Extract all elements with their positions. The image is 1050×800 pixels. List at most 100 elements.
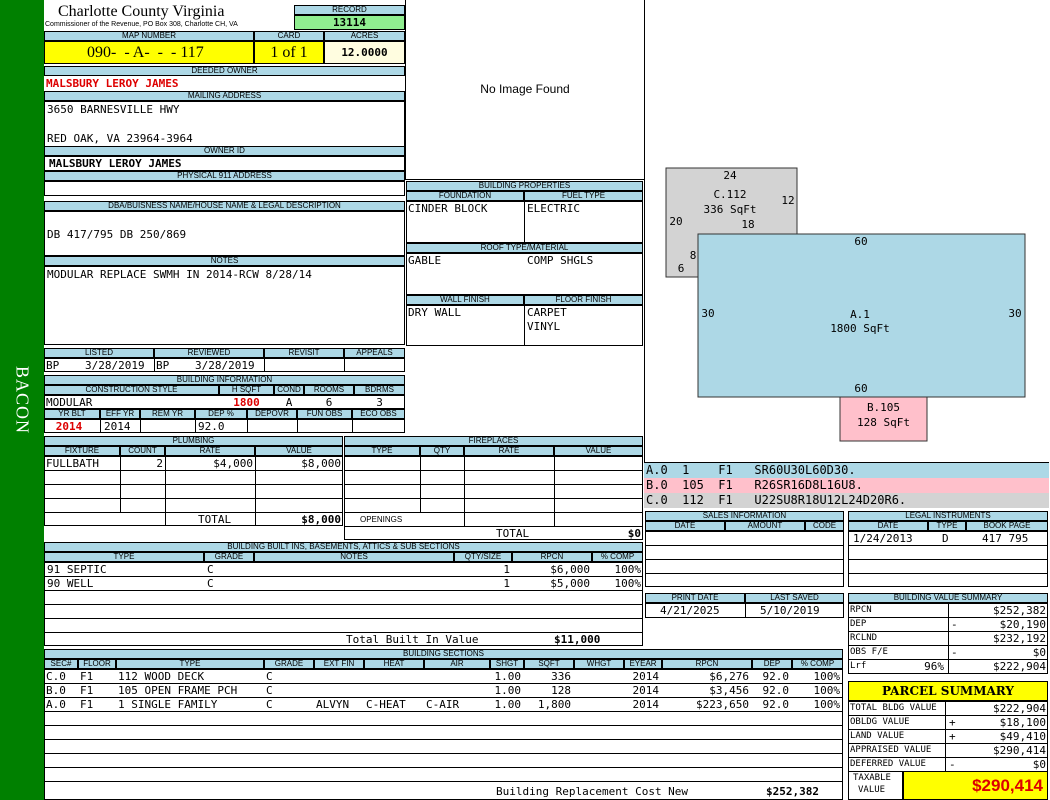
yrblt-label: YR BLT — [44, 409, 100, 419]
sales-date-header: DATE — [645, 521, 725, 531]
builtin-row-qty: 1 — [503, 577, 510, 590]
plumbing-value: $8,000 — [301, 457, 341, 470]
value-summary-sign: 96% — [924, 660, 944, 673]
plumbing-count: 2 — [156, 457, 163, 470]
parcel-summary-label-cell: OBLDG VALUE — [850, 717, 910, 727]
legal-book: 417 795 — [982, 532, 1029, 545]
a-dim-bottom: 60 — [854, 382, 868, 395]
hsqft-label: H SQFT — [219, 385, 274, 395]
parcel-summary-value: $222,904 — [993, 702, 1046, 715]
physical-address-box — [44, 181, 405, 196]
print-date: 4/21/2025 — [660, 604, 720, 617]
last-saved-date: 5/10/2019 — [760, 604, 820, 617]
builtins-type-header: TYPE — [44, 552, 204, 562]
section-cell-dep: 92.0 — [762, 684, 790, 697]
builtins-total-label: Total Built In Value — [346, 633, 479, 646]
floor-finish-value-2: VINYL — [527, 320, 561, 333]
legal-type: D — [942, 532, 949, 545]
fireplaces-label: FIREPLACES — [344, 436, 643, 446]
section-header-cell: GRADE — [264, 659, 314, 669]
dba-label: DBA/BUISNESS NAME/HOUSE NAME & LEGAL DES… — [44, 201, 405, 211]
card-number: 1 of 1 — [254, 41, 324, 64]
builtins-label: BUILDING BUILT INS, BASEMENTS, ATTICS & … — [44, 542, 643, 552]
roof-value-2: COMP SHGLS — [527, 254, 594, 267]
value-summary-label-cell: RCLND — [850, 633, 878, 643]
section-cell-type: 1 SINGLE FAMILY — [118, 698, 218, 711]
value-summary-label-cell: Lrf — [850, 661, 867, 671]
map-number: 090- - A- - - 117 — [44, 41, 254, 64]
section-cell-dep: 92.0 — [762, 670, 790, 683]
parcel-summary-value: $290,414 — [993, 744, 1046, 757]
parcel-summary-label-cell: DEFERRED VALUE — [850, 759, 926, 769]
bdrms-label: BDRMS — [354, 385, 405, 395]
c-dim-right: 12 — [781, 194, 795, 207]
section-cell-shgt: 1.00 — [494, 684, 522, 697]
dep-label: DEP % — [195, 409, 247, 419]
fp-type-header: TYPE — [344, 446, 420, 456]
funobs-label: FUN OBS — [297, 409, 352, 419]
deeded-owner-label: DEEDED OWNER — [44, 66, 405, 76]
physical-address-label: PHYSICAL 911 ADDRESS — [44, 171, 405, 181]
value-summary-value: $20,190 — [999, 618, 1046, 631]
owner-id: MALSBURY LEROY JAMES — [44, 156, 405, 171]
record-number: 13114 — [294, 15, 405, 30]
side-label: BACON — [12, 365, 33, 434]
plumbing-label: PLUMBING — [44, 436, 343, 446]
legal-date: 1/24/2013 — [853, 532, 913, 545]
builtins-total: $11,000 — [554, 633, 601, 646]
value-summary-value: $0 — [1032, 646, 1046, 659]
cond-value: A — [285, 396, 293, 409]
listed-label: LISTED — [44, 348, 154, 358]
wall-finish-value: DRY WALL — [408, 306, 461, 319]
section-cell-sqft: 336 — [551, 670, 571, 683]
builtins-grade-header: GRADE — [204, 552, 254, 562]
reviewed-by: BP — [156, 359, 170, 372]
value-summary-label-cell: RPCN — [850, 605, 872, 615]
section-cell-type: 105 OPEN FRAME PCH — [118, 684, 238, 697]
builtin-row-grade: C — [207, 563, 214, 576]
section-cell-heat: C-HEAT — [366, 698, 406, 711]
builtin-row-rpcn: $6,000 — [550, 563, 590, 576]
section-header-cell: RPCN — [662, 659, 752, 669]
taxable-label-2: VALUE — [858, 785, 886, 795]
c-label: C.112 — [713, 188, 747, 201]
builtins-comp-header: % COMP — [592, 552, 643, 562]
roof-label: ROOF TYPE/MATERIAL — [406, 243, 643, 253]
section-cell-comp: 100% — [813, 698, 841, 711]
builtin-row-grade: C — [207, 577, 214, 590]
plumbing-rate: $4,000 — [213, 457, 253, 470]
section-header-cell: EYEAR — [624, 659, 662, 669]
sales-info-label: SALES INFORMATION — [645, 511, 844, 521]
fireplaces-total: $0 — [627, 527, 641, 540]
builtins-qty-header: QTY/SIZE — [454, 552, 512, 562]
section-cell-type: 112 WOOD DECK — [118, 670, 205, 683]
section-cell-eyear: 2014 — [632, 698, 660, 711]
construction-style: MODULAR — [46, 396, 93, 409]
c-dim-top: 24 — [723, 169, 737, 182]
no-image-text: No Image Found — [480, 82, 570, 96]
county-title: Charlotte County Virginia — [58, 3, 225, 20]
section-cell-sec: C.0 — [46, 670, 66, 683]
plumbing-total: $8,000 — [301, 513, 341, 526]
last-saved-label: LAST SAVED — [745, 593, 844, 603]
legal-type-header: TYPE — [928, 521, 966, 531]
section-header-cell: SQFT — [524, 659, 574, 669]
notes-label: NOTES — [44, 256, 405, 266]
map-number-label: MAP NUMBER — [44, 31, 254, 41]
sales-amount-header: AMOUNT — [725, 521, 805, 531]
parcel-summary-label-cell: LAND VALUE — [850, 731, 905, 741]
count-header: COUNT — [120, 446, 165, 456]
section-header-cell: SEC# — [44, 659, 78, 669]
fixture-header: FIXTURE — [44, 446, 120, 456]
c-dim-left: 20 — [669, 215, 683, 228]
notes-text: MODULAR REPLACE SWMH IN 2014-RCW 8/28/14 — [47, 268, 312, 281]
effyr-value: 2014 — [104, 420, 131, 433]
builtin-row-qty: 1 — [503, 563, 510, 576]
a-dim-right: 30 — [1008, 307, 1022, 320]
section-cell-eyear: 2014 — [632, 684, 660, 697]
builtins-rpcn-header: RPCN — [512, 552, 592, 562]
a-area: 1800 SqFt — [830, 322, 890, 335]
fuel-type-value: ELECTRIC — [527, 202, 580, 215]
section-header-cell: WHGT — [574, 659, 624, 669]
floor-finish-value-1: CARPET — [527, 306, 567, 319]
